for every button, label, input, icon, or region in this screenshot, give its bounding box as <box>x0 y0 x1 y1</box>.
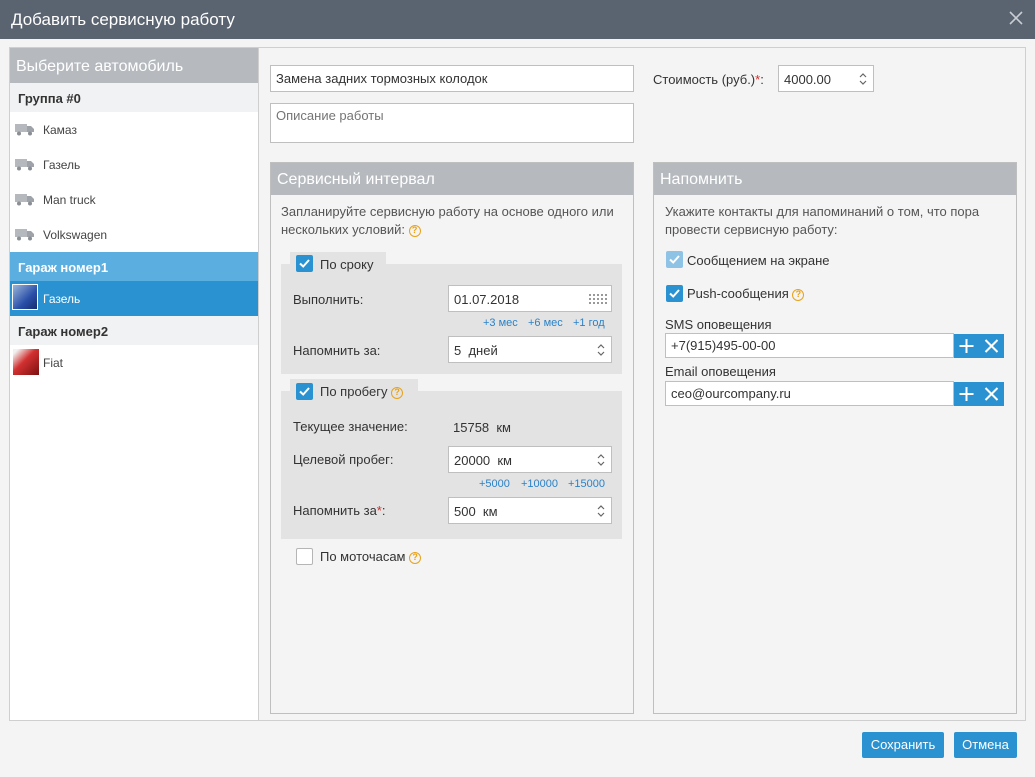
help-icon[interactable]: ? <box>792 288 805 301</box>
push-checkbox[interactable] <box>666 285 683 302</box>
check-icon <box>299 387 310 396</box>
plus-icon <box>959 387 974 401</box>
quick-mileage-5000[interactable]: +5000 <box>479 478 510 490</box>
remind-days-input[interactable]: 5 дней <box>448 336 612 363</box>
dialog-title: Добавить сервисную работу <box>11 10 235 29</box>
sidebar-heading: Выберите автомобиль <box>10 48 258 83</box>
target-mileage-label: Целевой пробег: <box>293 452 394 467</box>
target-mileage-input[interactable]: 20000 км <box>448 446 612 473</box>
work-name-input[interactable] <box>270 65 634 92</box>
sidebar-item-label: Volkswagen <box>43 228 108 242</box>
spinner-icon[interactable] <box>597 452 605 468</box>
by-mileage-checkbox[interactable] <box>296 383 313 400</box>
by-date-label: По сроку <box>320 257 374 272</box>
execute-date-input[interactable]: 01.07.2018 <box>448 285 612 312</box>
quick-mileage-15000[interactable]: +15000 <box>568 478 605 490</box>
quick-date-3m[interactable]: +3 мес <box>483 317 518 329</box>
screen-message-checkbox[interactable] <box>666 251 683 268</box>
spinner-icon[interactable] <box>859 71 867 87</box>
sidebar-item-label: Man truck <box>43 193 96 207</box>
email-input[interactable] <box>665 381 954 406</box>
spinner-icon[interactable] <box>597 342 605 358</box>
remind-heading: Напомнить <box>654 163 1016 195</box>
sidebar-item-fiat[interactable]: Fiat <box>10 345 258 380</box>
push-label: Push-сообщения ? <box>687 286 805 301</box>
email-add-button[interactable] <box>954 382 979 406</box>
sidebar-group-garage1[interactable]: Гараж номер1 <box>10 252 258 281</box>
sidebar-group-garage2[interactable]: Гараж номер2 <box>10 316 258 345</box>
dialog-titlebar: Добавить сервисную работу <box>0 0 1035 39</box>
sidebar-item-gazel[interactable]: Газель <box>10 147 258 182</box>
email-remove-button[interactable] <box>979 382 1004 406</box>
service-interval-heading: Сервисный интервал <box>271 163 633 195</box>
spinner-icon[interactable] <box>597 503 605 519</box>
by-hours-checkbox[interactable] <box>296 548 313 565</box>
close-icon <box>984 339 999 353</box>
remind-mileage-label: Напомнить за*: <box>293 503 386 518</box>
quick-date-6m[interactable]: +6 мес <box>528 317 563 329</box>
help-icon[interactable]: ? <box>409 551 422 564</box>
sidebar-item-label: Fiat <box>43 356 64 370</box>
service-interval-desc: Запланируйте сервисную работу на основе … <box>281 204 614 237</box>
by-date-checkbox[interactable] <box>296 255 313 272</box>
quick-mileage-10000[interactable]: +10000 <box>521 478 558 490</box>
check-icon <box>299 259 310 268</box>
vehicle-sidebar: Выберите автомобиль Группа #0 Камаз Газе… <box>10 48 259 720</box>
cancel-button[interactable]: Отмена <box>954 732 1017 758</box>
service-interval-panel: Сервисный интервал Запланируйте сервисну… <box>270 162 634 714</box>
dialog-body: Выберите автомобиль Группа #0 Камаз Газе… <box>9 47 1026 721</box>
sidebar-item-label: Камаз <box>43 123 77 137</box>
sms-input[interactable] <box>665 333 954 358</box>
sms-label: SMS оповещения <box>665 317 772 332</box>
remind-mileage-input[interactable]: 500 км <box>448 497 612 524</box>
work-description-input[interactable] <box>270 103 634 143</box>
execute-label: Выполнить: <box>293 292 364 307</box>
remind-date-label: Напомнить за: <box>293 343 381 358</box>
cost-label: Стоимость (руб.)*: <box>653 72 764 87</box>
truck-icon <box>15 159 34 171</box>
sidebar-group-0[interactable]: Группа #0 <box>10 83 258 112</box>
close-icon[interactable] <box>1009 11 1023 25</box>
close-icon <box>984 387 999 401</box>
email-label: Email оповещения <box>665 364 776 379</box>
sms-add-button[interactable] <box>954 334 979 358</box>
vehicle-photo <box>12 284 38 310</box>
check-icon <box>669 255 680 264</box>
cost-input[interactable]: 4000.00 <box>778 65 874 92</box>
sidebar-item-label: Газель <box>43 158 81 172</box>
sidebar-item-label: Газель <box>43 292 81 306</box>
truck-icon <box>15 194 34 206</box>
remind-panel: Напомнить Укажите контакты для напоминан… <box>653 162 1017 714</box>
sidebar-item-gazel-selected[interactable]: Газель <box>10 281 258 316</box>
help-icon[interactable]: ? <box>408 224 421 237</box>
help-icon[interactable]: ? <box>391 386 404 399</box>
screen-message-label: Сообщением на экране <box>687 253 830 268</box>
sidebar-item-volkswagen[interactable]: Volkswagen <box>10 217 258 252</box>
sidebar-item-man-truck[interactable]: Man truck <box>10 182 258 217</box>
by-mileage-label: По пробегу ? <box>320 384 404 399</box>
current-mileage-value: 15758 км <box>453 420 511 435</box>
truck-icon <box>15 124 34 136</box>
truck-icon <box>15 229 34 241</box>
current-mileage-label: Текущее значение: <box>293 419 408 434</box>
vehicle-photo <box>13 349 39 375</box>
check-icon <box>669 289 680 298</box>
plus-icon <box>959 339 974 353</box>
calendar-icon[interactable] <box>589 293 607 304</box>
sms-remove-button[interactable] <box>979 334 1004 358</box>
by-hours-label: По моточасам ? <box>320 549 422 564</box>
sidebar-item-kamaz[interactable]: Камаз <box>10 112 258 147</box>
quick-date-1y[interactable]: +1 год <box>573 317 605 329</box>
save-button[interactable]: Сохранить <box>862 732 944 758</box>
remind-desc: Укажите контакты для напоминаний о том, … <box>665 204 980 237</box>
